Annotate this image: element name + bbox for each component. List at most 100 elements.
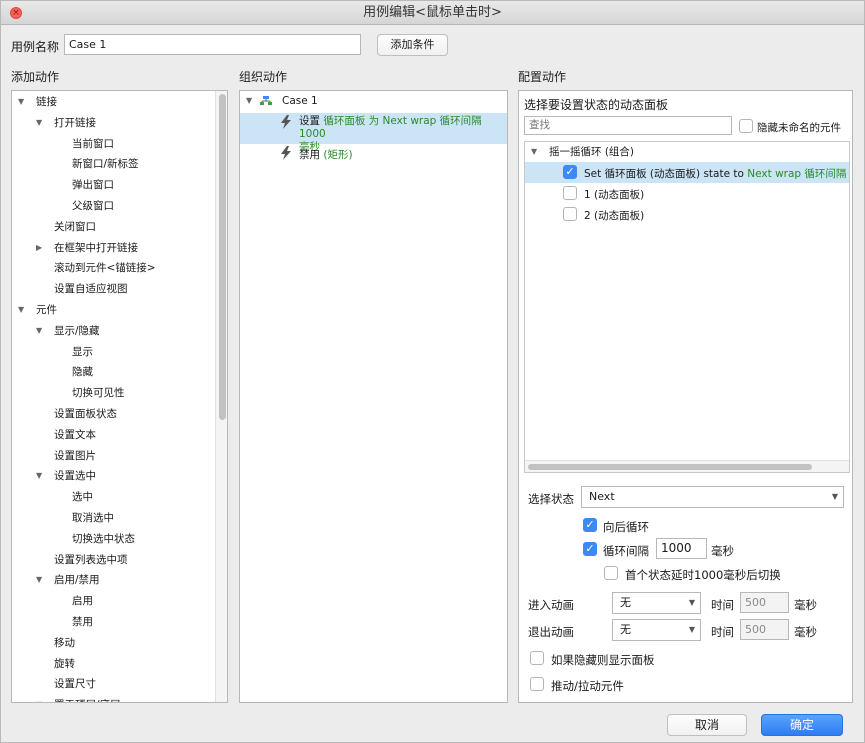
action-tree-item[interactable]: 设置图片 <box>12 446 212 466</box>
enter-time-input[interactable]: 500 <box>740 592 789 613</box>
action-row-disable[interactable]: 禁用 (矩形) <box>240 144 507 164</box>
action-tree-item[interactable]: ▼ 元件 <box>12 300 212 320</box>
action-tree-item-label: 切换可见性 <box>72 387 125 400</box>
exit-time-input[interactable]: 500 <box>740 619 789 640</box>
enter-anim-dropdown[interactable]: 无 ▼ <box>612 592 701 614</box>
action-tree-item[interactable]: 切换选中状态 <box>12 529 212 549</box>
action-tree-item-label: 父级窗口 <box>72 200 114 212</box>
action-tree-item[interactable]: 旋转 <box>12 654 212 674</box>
action-tree-item[interactable]: 滚动到元件<锚链接> <box>12 258 212 278</box>
action-tree-item-label: 打开链接 <box>54 116 96 129</box>
action-tree-item[interactable]: 父级窗口 <box>12 196 212 216</box>
action-tree-item[interactable]: 选中 <box>12 487 212 507</box>
case-name-input[interactable]: Case 1 <box>64 34 361 55</box>
tree-scrollbar[interactable] <box>215 91 227 702</box>
add-condition-button[interactable]: 添加条件 <box>377 34 448 56</box>
organize-action-heading: 组织动作 <box>239 70 288 84</box>
dialog-window: × 用例编辑<鼠标单击时> 用例名称 Case 1 添加条件 添加动作 组织动作… <box>0 0 865 743</box>
panel-item-checkbox[interactable]: ✓ <box>563 165 577 179</box>
action-tree-item[interactable]: 设置自适应视图 <box>12 279 212 299</box>
action-tree-item[interactable]: 设置文本 <box>12 425 212 445</box>
action-tree-item[interactable]: 切换可见性 <box>12 383 212 403</box>
cancel-button[interactable]: 取消 <box>667 714 747 736</box>
wrap-checkbox[interactable]: ✓ <box>583 518 597 532</box>
expand-triangle-icon[interactable]: ▼ <box>18 300 24 320</box>
configure-action-heading: 配置动作 <box>518 70 567 84</box>
show-if-hidden-checkbox[interactable] <box>530 651 544 665</box>
action-tree-item[interactable]: 禁用 <box>12 612 212 632</box>
action-tree-item-label: 在框架中打开链接 <box>54 241 138 254</box>
action-tree-item-label: 设置图片 <box>54 449 96 462</box>
push-pull-checkbox[interactable] <box>530 677 544 691</box>
expand-triangle-icon[interactable]: ▼ <box>36 466 42 486</box>
expand-triangle-icon[interactable]: ▼ <box>18 92 24 112</box>
action-tree-item[interactable]: ▼ 链接 <box>12 92 212 112</box>
expand-triangle-icon[interactable]: ▼ <box>36 695 42 702</box>
expand-triangle-icon[interactable]: ▼ <box>36 321 42 341</box>
action-tree-item[interactable]: 隐藏 <box>12 362 212 382</box>
action-tree-item[interactable]: ▼ 显示/隐藏 <box>12 321 212 341</box>
action-tree-item[interactable]: 当前窗口 <box>12 134 212 154</box>
hide-unnamed-checkbox[interactable] <box>739 119 753 133</box>
exit-anim-label: 退出动画 <box>528 625 574 639</box>
add-action-tree: ▼ 链接 ▼ 打开链接当前窗口新窗口/新标签 弹出窗口父级窗口关闭窗口 ▶ 在框架中打开链接… <box>11 90 228 703</box>
case-label: Case 1 <box>282 95 318 107</box>
interval-input[interactable]: 1000 <box>656 538 707 559</box>
close-icon[interactable]: × <box>10 7 22 19</box>
action-verb: 设置 <box>299 115 320 127</box>
action-tree-item-label: 链接 <box>36 96 57 108</box>
wrap-label: 向后循环 <box>603 520 649 534</box>
config-subheading: 选择要设置状态的动态面板 <box>524 98 669 112</box>
add-action-heading: 添加动作 <box>11 70 60 84</box>
action-tree-item[interactable]: 启用 <box>12 591 212 611</box>
action-tree-item-label: 显示/隐藏 <box>54 324 100 337</box>
lightning-icon <box>281 115 291 129</box>
panel-item-row[interactable]: 1 (动态面板) <box>525 183 849 204</box>
action-tree-item-label: 取消选中 <box>72 512 114 524</box>
action-tree-item[interactable]: ▼ 启用/禁用 <box>12 570 212 590</box>
chevron-down-icon: ▼ <box>688 625 695 634</box>
action-target: 循环面板 为 Next wrap 循环间隔 1000 <box>299 115 482 140</box>
expand-triangle-icon[interactable]: ▼ <box>36 113 42 133</box>
action-tree-item[interactable]: 设置尺寸 <box>12 674 212 694</box>
action-tree-item[interactable]: 关闭窗口 <box>12 217 212 237</box>
action-tree-item[interactable]: ▶ 在框架中打开链接 <box>12 238 212 258</box>
action-tree-item[interactable]: ▼ 设置选中 <box>12 466 212 486</box>
case-name-label: 用例名称 <box>11 40 60 54</box>
action-tree-item[interactable]: 移动 <box>12 633 212 653</box>
panel-item-checkbox[interactable] <box>563 186 577 200</box>
action-tree-item-label: 启用 <box>72 595 93 608</box>
first-delay-checkbox[interactable] <box>604 566 618 580</box>
hide-unnamed-label: 隐藏未命名的元件 <box>757 122 841 134</box>
action-tree-item[interactable]: ▼ 打开链接 <box>12 113 212 133</box>
exit-time-label: 时间 <box>711 625 734 639</box>
action-tree-item[interactable]: 弹出窗口 <box>12 175 212 195</box>
group-row[interactable]: ▼ 摇一摇循环 (组合) <box>525 142 849 162</box>
collapse-triangle-icon[interactable]: ▶ <box>36 238 42 258</box>
panel-item-row[interactable]: 2 (动态面板) <box>525 204 849 225</box>
interval-checkbox[interactable]: ✓ <box>583 542 597 556</box>
action-row-set-panel[interactable]: 设置 循环面板 为 Next wrap 循环间隔 1000 毫秒 <box>240 113 507 153</box>
action-tree-item[interactable]: 取消选中 <box>12 508 212 528</box>
action-tree-item[interactable]: 新窗口/新标签 <box>12 154 212 174</box>
action-tree-item[interactable]: 设置面板状态 <box>12 404 212 424</box>
panel-item-label: 1 (动态面板) <box>584 189 645 201</box>
action-tree-item[interactable]: 显示 <box>12 342 212 362</box>
panel-item-checkbox[interactable] <box>563 207 577 221</box>
action-tree-item-label: 隐藏 <box>72 366 93 379</box>
action-tree-item[interactable]: ▼ 置于顶层/底层 <box>12 695 212 702</box>
action-tree-item-label: 当前窗口 <box>72 137 114 150</box>
search-input[interactable] <box>524 116 732 135</box>
exit-anim-dropdown[interactable]: 无 ▼ <box>612 619 701 641</box>
panel-item-row[interactable]: ✓ Set 循环面板 (动态面板) state to Next wrap 循环间… <box>525 162 849 183</box>
list-hscrollbar-thumb[interactable] <box>528 464 812 470</box>
tree-scrollbar-thumb[interactable] <box>219 94 226 420</box>
list-hscrollbar[interactable] <box>525 460 849 472</box>
first-delay-label: 首个状态延时1000毫秒后切换 <box>625 568 781 582</box>
case-row[interactable]: ▼ Case 1 <box>240 91 507 111</box>
action-tree-item-label: 旋转 <box>54 657 75 670</box>
expand-triangle-icon[interactable]: ▼ <box>36 570 42 590</box>
action-tree-item[interactable]: 设置列表选中项 <box>12 550 212 570</box>
ok-button[interactable]: 确定 <box>761 714 843 736</box>
select-state-dropdown[interactable]: Next ▼ <box>581 486 844 508</box>
